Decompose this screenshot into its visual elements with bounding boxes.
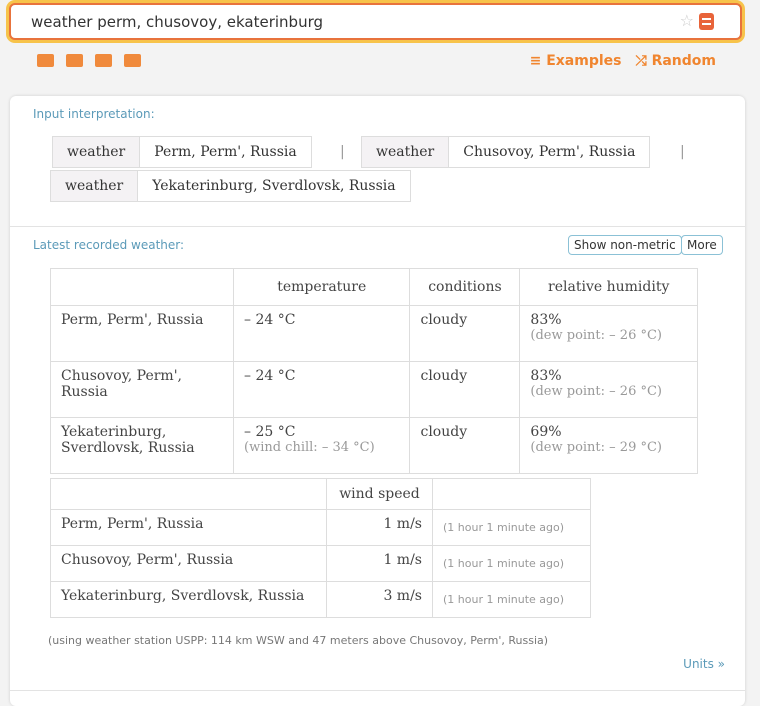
station-note: (using weather station USPP: 114 km WSW …	[48, 634, 549, 647]
search-box[interactable]: ☆	[9, 3, 742, 40]
conditions: cloudy	[409, 305, 521, 362]
units-link[interactable]: Units »	[683, 657, 725, 671]
weather-table: temperature conditions relative humidity P…	[50, 268, 698, 474]
table-row: Perm, Perm', Russia 1 m/s (1 hour 1 minute…	[50, 509, 591, 546]
place: Chusovoy, Perm', Russia	[50, 361, 234, 418]
table-icon[interactable]	[95, 54, 112, 67]
temperature: – 24 °C	[244, 312, 296, 328]
divider	[10, 690, 745, 691]
dew-point: (dew point: – 26 °C)	[530, 328, 662, 343]
star-icon[interactable]: ☆	[680, 11, 694, 30]
search-input[interactable]	[31, 13, 651, 31]
time-ago: (1 hour 1 minute ago)	[432, 581, 591, 618]
header: wind speed	[326, 478, 433, 510]
table-row: Yekaterinburg, Sverdlovsk, Russia – 25 °C…	[50, 417, 698, 474]
wind-chill: (wind chill: – 34 °C)	[244, 440, 375, 455]
separator: |	[680, 144, 685, 160]
camera-icon[interactable]	[66, 54, 83, 67]
value: Perm, Perm', Russia	[140, 136, 312, 168]
interpretation-item: weather Chusovoy, Perm', Russia	[361, 136, 651, 168]
separator: |	[340, 144, 345, 160]
dew-point: (dew point: – 29 °C)	[530, 440, 662, 455]
humidity: 83%	[530, 368, 562, 384]
table-row: Chusovoy, Perm', Russia 1 m/s (1 hour 1 mi…	[50, 545, 591, 582]
value: Yekaterinburg, Sverdlovsk, Russia	[138, 170, 411, 202]
keyword: weather	[361, 136, 450, 168]
keyword: weather	[52, 136, 141, 168]
results-card: Input interpretation: weather Perm, Perm'…	[10, 96, 745, 706]
more-button[interactable]: More	[681, 235, 723, 255]
divider	[10, 226, 745, 227]
random-link[interactable]: ⤮ Random	[636, 53, 717, 69]
table-row: Yekaterinburg, Sverdlovsk, Russia 3 m/s (1…	[50, 581, 591, 618]
submit-button[interactable]	[699, 13, 714, 30]
table-row: Chusovoy, Perm', Russia – 24 °C cloudy 83%(…	[50, 361, 698, 418]
header: temperature	[232, 268, 411, 306]
wind-speed: 1 m/s	[326, 509, 433, 546]
temperature: – 24 °C	[244, 368, 296, 384]
dew-point: (dew point: – 26 °C)	[530, 384, 662, 399]
wind-table: wind speed Perm, Perm', Russia 1 m/s (1 ho…	[50, 478, 591, 618]
upload-icon[interactable]	[124, 54, 141, 67]
place: Yekaterinburg, Sverdlovsk, Russia	[50, 581, 327, 618]
latest-weather-label: Latest recorded weather:	[33, 238, 185, 252]
examples-link[interactable]: ≡ Examples	[530, 53, 622, 69]
conditions: cloudy	[409, 417, 521, 474]
place: Perm, Perm', Russia	[50, 509, 327, 546]
temperature: – 25 °C	[244, 424, 296, 440]
wind-speed: 3 m/s	[326, 581, 433, 618]
header: relative humidity	[519, 268, 698, 306]
humidity: 69%	[530, 424, 562, 440]
place: Yekaterinburg, Sverdlovsk, Russia	[50, 417, 234, 474]
time-ago: (1 hour 1 minute ago)	[432, 545, 591, 582]
interpretation-item: weather Perm, Perm', Russia	[52, 136, 312, 168]
table-row: Perm, Perm', Russia – 24 °C cloudy 83% (dew …	[50, 305, 698, 362]
time-ago: (1 hour 1 minute ago)	[432, 509, 591, 546]
header: conditions	[409, 268, 521, 306]
place: Chusovoy, Perm', Russia	[50, 545, 327, 582]
interpretation-item: weather Yekaterinburg, Sverdlovsk, Russia	[50, 170, 411, 202]
keyboard-icon[interactable]	[37, 54, 54, 67]
wind-speed: 1 m/s	[326, 545, 433, 582]
value: Chusovoy, Perm', Russia	[449, 136, 651, 168]
humidity: 83%	[530, 312, 562, 328]
place: Perm, Perm', Russia	[50, 305, 234, 362]
show-non-metric-button[interactable]: Show non-metric	[568, 235, 682, 255]
keyword: weather	[50, 170, 139, 202]
conditions: cloudy	[409, 361, 521, 418]
input-interpretation-label: Input interpretation:	[33, 107, 155, 121]
